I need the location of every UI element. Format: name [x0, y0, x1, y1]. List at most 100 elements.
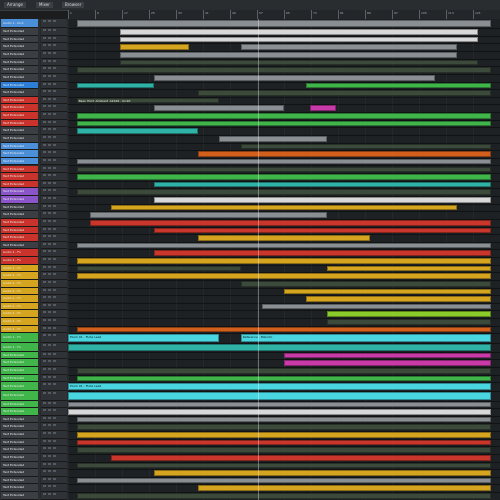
track-header[interactable]: Audio 1 - Fx	[1, 272, 38, 280]
record-arm-button[interactable]	[53, 470, 56, 473]
track-control-strip[interactable]	[41, 302, 67, 311]
record-arm-button[interactable]	[53, 319, 56, 322]
clip[interactable]	[305, 296, 492, 302]
record-arm-button[interactable]	[53, 204, 56, 207]
track-control-strip[interactable]	[41, 28, 67, 36]
record-arm-button[interactable]	[53, 67, 56, 70]
clip[interactable]: Pluck 01 - Flute Lead	[68, 383, 492, 391]
clip[interactable]	[76, 166, 492, 173]
record-arm-button[interactable]	[53, 36, 56, 39]
track-header[interactable]: Audio 1 - Fx	[1, 249, 38, 258]
clip[interactable]	[68, 392, 492, 400]
track-control-strip[interactable]	[41, 342, 67, 352]
track-control-strip[interactable]	[41, 333, 67, 343]
clip[interactable]	[284, 360, 492, 366]
record-arm-button[interactable]	[53, 105, 56, 108]
clip[interactable]	[119, 29, 479, 35]
record-arm-button[interactable]	[53, 439, 56, 442]
track-control-strip[interactable]	[41, 43, 67, 52]
track-control-strip[interactable]	[41, 382, 67, 392]
solo-button[interactable]	[48, 454, 51, 457]
solo-button[interactable]	[48, 90, 51, 93]
mute-button[interactable]	[43, 151, 46, 154]
clip[interactable]	[76, 273, 492, 279]
record-arm-button[interactable]	[53, 296, 56, 299]
solo-button[interactable]	[48, 242, 51, 245]
track-control-strip[interactable]	[41, 165, 67, 174]
mute-button[interactable]	[43, 303, 46, 306]
clip[interactable]	[76, 432, 492, 438]
track-header[interactable]: Text Extended	[1, 476, 38, 485]
track-control-strip[interactable]	[41, 19, 67, 29]
track-control-strip[interactable]	[41, 51, 67, 59]
record-arm-button[interactable]	[53, 258, 56, 261]
record-arm-button[interactable]	[53, 250, 56, 253]
solo-button[interactable]	[48, 189, 51, 192]
track-control-strip[interactable]	[41, 279, 67, 288]
solo-button[interactable]	[48, 250, 51, 253]
solo-button[interactable]	[48, 409, 51, 412]
track-control-strip[interactable]	[41, 438, 67, 447]
record-arm-button[interactable]	[53, 432, 56, 435]
track-control-strip[interactable]	[41, 73, 67, 82]
solo-button[interactable]	[48, 447, 51, 450]
track-header[interactable]: Text Extended	[1, 73, 38, 82]
mute-button[interactable]	[43, 258, 46, 261]
solo-button[interactable]	[48, 219, 51, 222]
track-control-strip[interactable]	[41, 58, 67, 67]
record-arm-button[interactable]	[53, 392, 56, 395]
solo-button[interactable]	[48, 493, 51, 496]
record-arm-button[interactable]	[53, 375, 56, 378]
record-arm-button[interactable]	[53, 52, 56, 55]
solo-button[interactable]	[48, 135, 51, 138]
clip[interactable]	[76, 189, 492, 195]
track-control-strip[interactable]	[41, 112, 67, 120]
mute-button[interactable]	[43, 90, 46, 93]
solo-button[interactable]	[48, 181, 51, 184]
record-arm-button[interactable]	[53, 462, 56, 465]
mute-button[interactable]	[43, 424, 46, 427]
mute-button[interactable]	[43, 59, 46, 62]
track-control-strip[interactable]	[41, 211, 67, 219]
solo-button[interactable]	[48, 311, 51, 314]
record-arm-button[interactable]	[53, 311, 56, 314]
record-arm-button[interactable]	[53, 265, 56, 268]
clip[interactable]	[76, 158, 492, 165]
track-control-strip[interactable]	[41, 446, 67, 454]
track-control-strip[interactable]	[41, 264, 67, 273]
mute-button[interactable]	[43, 212, 46, 215]
mute-button[interactable]	[43, 82, 46, 85]
solo-button[interactable]	[48, 158, 51, 161]
track-control-strip[interactable]	[41, 180, 67, 189]
tab-browser[interactable]: Browser	[62, 2, 85, 8]
clip[interactable]	[76, 67, 492, 73]
solo-button[interactable]	[48, 212, 51, 215]
solo-button[interactable]	[48, 151, 51, 154]
track-control-strip[interactable]	[41, 234, 67, 242]
track-header[interactable]: Audio 1 - Fx	[1, 310, 38, 319]
clip[interactable]	[76, 326, 492, 333]
solo-button[interactable]	[48, 227, 51, 230]
track-control-strip[interactable]	[41, 484, 67, 493]
record-arm-button[interactable]	[53, 303, 56, 306]
track-header[interactable]: Text Extended	[1, 119, 38, 128]
solo-button[interactable]	[48, 59, 51, 62]
solo-button[interactable]	[48, 319, 51, 322]
mute-button[interactable]	[43, 334, 46, 337]
track-header[interactable]: Text Extended	[1, 469, 38, 477]
solo-button[interactable]	[48, 424, 51, 427]
track-header[interactable]: Text Extended	[1, 400, 38, 409]
track-header[interactable]: Text Extended	[1, 218, 38, 227]
mute-button[interactable]	[43, 319, 46, 322]
track-control-strip[interactable]	[41, 351, 67, 360]
mute-button[interactable]	[43, 197, 46, 200]
clip[interactable]	[68, 343, 492, 351]
clip[interactable]	[76, 113, 492, 119]
record-arm-button[interactable]	[53, 212, 56, 215]
track-control-strip[interactable]	[41, 173, 67, 181]
mute-button[interactable]	[43, 288, 46, 291]
clip[interactable]	[284, 352, 492, 359]
record-arm-button[interactable]	[53, 273, 56, 276]
track-control-strip[interactable]	[41, 359, 67, 367]
clip[interactable]	[197, 90, 492, 96]
